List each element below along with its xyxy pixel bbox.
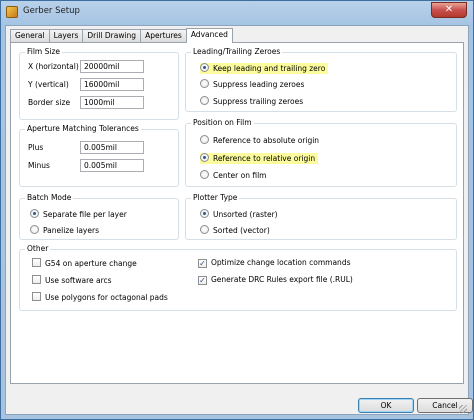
aperture-tolerance-legend: Aperture Matching Tolerances bbox=[25, 124, 141, 133]
radio-indicator bbox=[200, 135, 209, 144]
plotter-type-legend: Plotter Type bbox=[191, 193, 240, 202]
radio-indicator bbox=[200, 170, 209, 179]
center-on-film-radio[interactable]: Center on film bbox=[200, 170, 266, 181]
title-bar[interactable]: Gerber Setup ✕ bbox=[1, 1, 473, 25]
unsorted-radio[interactable]: Unsorted (raster) bbox=[200, 209, 278, 220]
option-label: Reference to relative origin bbox=[213, 154, 316, 163]
radio-indicator bbox=[200, 79, 209, 88]
minus-input[interactable] bbox=[80, 159, 144, 172]
tab-layers[interactable]: Layers bbox=[48, 29, 84, 42]
option-label: Suppress trailing zeroes bbox=[213, 97, 304, 106]
option-label: Keep leading and trailing zero bbox=[213, 64, 326, 73]
absolute-origin-radio[interactable]: Reference to absolute origin bbox=[200, 135, 319, 146]
plus-label: Plus bbox=[28, 143, 44, 152]
border-size-input[interactable] bbox=[80, 96, 144, 109]
gerber-app-icon bbox=[6, 6, 18, 18]
advanced-tab-panel: Film Size X (horizontal) Y (vertical) Bo… bbox=[10, 42, 464, 384]
option-label: Reference to absolute origin bbox=[213, 136, 320, 145]
option-label: Generate DRC Rules export file (.RUL) bbox=[211, 275, 353, 284]
y-vertical-label: Y (vertical) bbox=[28, 80, 69, 89]
film-size-legend: Film Size bbox=[25, 47, 63, 56]
suppress-leading-radio[interactable]: Suppress leading zeroes bbox=[200, 79, 304, 90]
drc-rules-export-checkbox[interactable]: ✓ Generate DRC Rules export file (.RUL) bbox=[198, 275, 353, 286]
separate-file-radio[interactable]: Separate file per layer bbox=[30, 209, 127, 220]
border-size-label: Border size bbox=[28, 98, 71, 107]
option-label: G54 on aperture change bbox=[45, 259, 137, 268]
tab-strip: General Layers Drill Drawing Apertures A… bbox=[10, 28, 233, 43]
zeroes-group: Leading/Trailing Zeroes Keep leading and… bbox=[185, 47, 457, 112]
radio-indicator bbox=[200, 153, 209, 162]
window-title: Gerber Setup bbox=[23, 6, 80, 16]
resize-grip-icon[interactable] bbox=[459, 405, 467, 413]
zeroes-legend: Leading/Trailing Zeroes bbox=[191, 47, 283, 56]
close-icon[interactable]: ✕ bbox=[431, 2, 467, 18]
plotter-type-group: Plotter Type Unsorted (raster) Sorted (v… bbox=[185, 193, 457, 240]
optimize-change-checkbox[interactable]: ✓ Optimize change location commands bbox=[198, 258, 350, 269]
option-label: Use software arcs bbox=[45, 276, 112, 285]
other-legend: Other bbox=[25, 244, 51, 253]
g54-checkbox[interactable]: G54 on aperture change bbox=[32, 258, 137, 269]
x-horizontal-input[interactable] bbox=[80, 60, 144, 73]
option-label: Optimize change location commands bbox=[211, 258, 351, 267]
minus-label: Minus bbox=[28, 161, 50, 170]
relative-origin-radio[interactable]: Reference to relative origin bbox=[200, 153, 319, 164]
suppress-trailing-radio[interactable]: Suppress trailing zeroes bbox=[200, 96, 303, 107]
batch-mode-group: Batch Mode Separate file per layer Panel… bbox=[19, 193, 179, 240]
position-legend: Position on Film bbox=[191, 118, 254, 127]
y-vertical-input[interactable] bbox=[80, 78, 144, 91]
plus-input[interactable] bbox=[80, 141, 144, 154]
option-label: Panelize layers bbox=[43, 226, 99, 235]
option-label: Use polygons for octagonal pads bbox=[45, 293, 168, 302]
radio-indicator bbox=[200, 209, 209, 218]
sorted-radio[interactable]: Sorted (vector) bbox=[200, 225, 270, 236]
option-label: Sorted (vector) bbox=[213, 226, 270, 235]
aperture-tolerance-group: Aperture Matching Tolerances Plus Minus bbox=[19, 124, 179, 187]
software-arcs-checkbox[interactable]: Use software arcs bbox=[32, 275, 112, 286]
option-label: Suppress leading zeroes bbox=[213, 80, 305, 89]
position-group: Position on Film Reference to absolute o… bbox=[185, 118, 457, 187]
radio-indicator bbox=[200, 96, 209, 105]
radio-indicator bbox=[200, 225, 209, 234]
film-size-group: Film Size X (horizontal) Y (vertical) Bo… bbox=[19, 47, 179, 120]
checkbox-box bbox=[32, 258, 41, 267]
tab-apertures[interactable]: Apertures bbox=[140, 29, 187, 42]
checkbox-box bbox=[32, 292, 41, 301]
keep-zeroes-radio[interactable]: Keep leading and trailing zero bbox=[200, 63, 329, 74]
checkmark-icon: ✓ bbox=[198, 276, 207, 285]
x-horizontal-label: X (horizontal) bbox=[28, 62, 79, 71]
batch-mode-legend: Batch Mode bbox=[25, 193, 74, 202]
gerber-setup-dialog: Gerber Setup ✕ General Layers Drill Draw… bbox=[0, 0, 474, 420]
ok-button[interactable]: OK bbox=[358, 398, 414, 413]
tab-drill-drawing[interactable]: Drill Drawing bbox=[82, 29, 142, 42]
option-label: Center on film bbox=[213, 171, 267, 180]
option-label: Separate file per layer bbox=[43, 210, 127, 219]
polygons-octagonal-checkbox[interactable]: Use polygons for octagonal pads bbox=[32, 292, 168, 303]
radio-indicator bbox=[30, 209, 39, 218]
radio-indicator bbox=[30, 225, 39, 234]
option-label: Unsorted (raster) bbox=[213, 210, 278, 219]
panelize-radio[interactable]: Panelize layers bbox=[30, 225, 99, 236]
tab-advanced[interactable]: Advanced bbox=[185, 28, 233, 43]
tab-general[interactable]: General bbox=[10, 29, 50, 42]
checkbox-box bbox=[32, 275, 41, 284]
dialog-client-area: General Layers Drill Drawing Apertures A… bbox=[5, 25, 473, 415]
checkmark-icon: ✓ bbox=[198, 259, 207, 268]
radio-indicator bbox=[200, 63, 209, 72]
other-group: Other G54 on aperture change Use softwar… bbox=[19, 244, 457, 311]
